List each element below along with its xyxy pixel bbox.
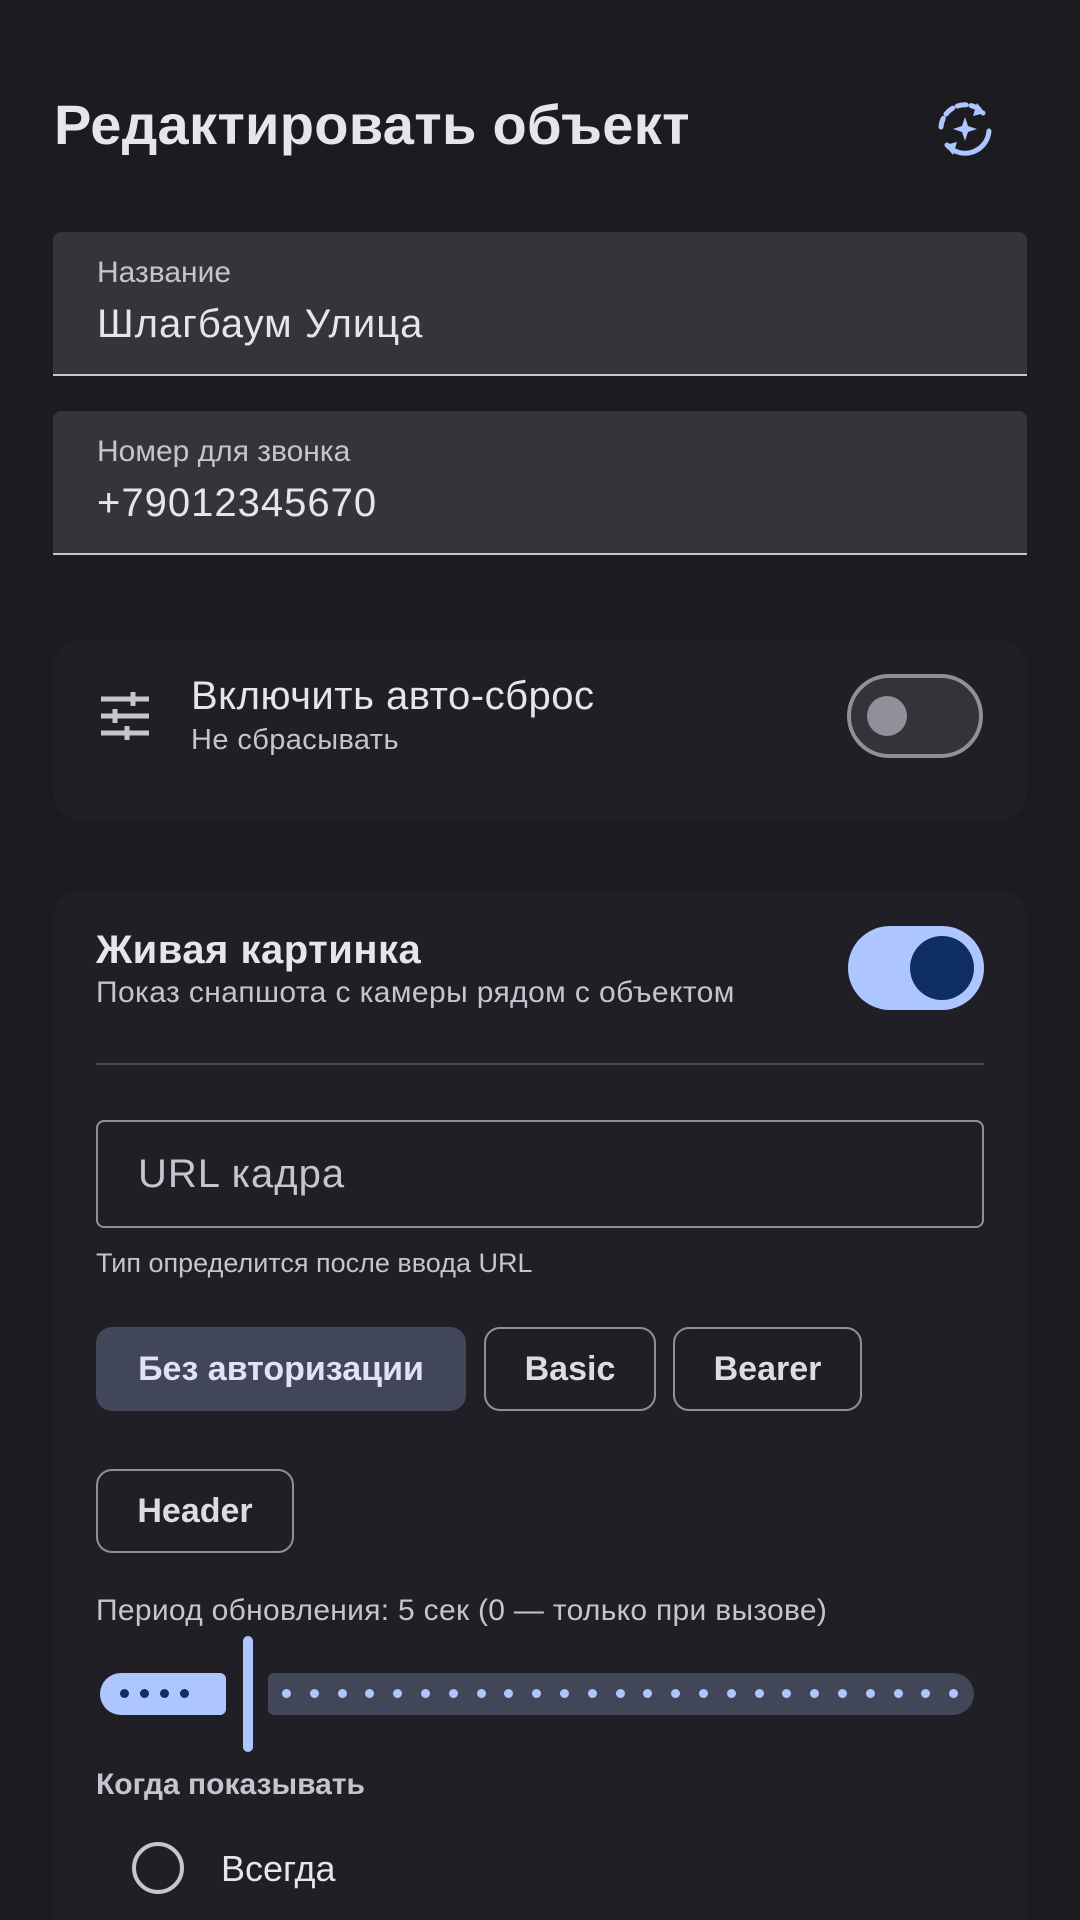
slider-tick [160, 1689, 169, 1698]
slider-tick [893, 1689, 903, 1698]
phone-field-label: Номер для звонка [97, 435, 351, 468]
frame-url-field[interactable] [96, 1120, 984, 1228]
slider-handle[interactable] [243, 1636, 253, 1752]
auto-reset-card[interactable]: Включить авто-сброс Не сбрасывать [53, 640, 1027, 820]
page-title: Редактировать объект [54, 93, 690, 156]
switch-thumb [867, 696, 907, 736]
sync-sparkle-button[interactable] [930, 94, 1000, 164]
slider-tick [726, 1689, 736, 1698]
slider-tick [699, 1689, 708, 1698]
slider-tick [120, 1689, 129, 1698]
slider-tick [421, 1689, 430, 1698]
auto-reset-switch[interactable] [847, 674, 983, 758]
slider-tick [448, 1689, 458, 1698]
slider-tick [560, 1689, 569, 1698]
edit-object-screen: Редактировать объект Название Шлагбаум У… [0, 0, 1080, 1920]
slider-tick [838, 1689, 847, 1698]
slider-tick [337, 1689, 347, 1698]
name-field-value[interactable]: Шлагбаум Улица [97, 302, 423, 347]
radio-always-label: Всегда [221, 1848, 336, 1889]
sync-sparkle-icon [938, 102, 992, 156]
divider [96, 1063, 984, 1065]
refresh-period-label: Период обновления: 5 сек (0 — только при… [96, 1594, 828, 1627]
slider-tick [865, 1689, 875, 1698]
when-to-show-label: Когда показывать [96, 1768, 365, 1801]
refresh-period-slider[interactable] [96, 1636, 984, 1752]
slider-tick [180, 1689, 189, 1698]
tune-icon [101, 692, 149, 740]
live-picture-subtitle: Показ снапшота с камеры рядом с объектом [96, 976, 735, 1009]
slider-tick [754, 1689, 764, 1698]
phone-field-value[interactable]: +79012345670 [97, 481, 377, 526]
slider-tick [140, 1689, 149, 1698]
auto-reset-subtitle: Не сбрасывать [191, 724, 400, 756]
name-field-label: Название [97, 256, 232, 289]
name-field[interactable]: Название Шлагбаум Улица [53, 232, 1027, 376]
slider-tick [587, 1689, 597, 1698]
slider-tick [309, 1689, 319, 1698]
auth-chip-header[interactable]: Header [96, 1469, 294, 1553]
slider-tick [615, 1689, 625, 1698]
slider-tick [476, 1689, 486, 1698]
live-picture-title: Живая картинка [96, 928, 422, 972]
phone-field[interactable]: Номер для звонка +79012345670 [53, 411, 1027, 555]
live-picture-switch[interactable] [848, 926, 984, 1010]
frame-url-input[interactable] [98, 1122, 982, 1226]
auto-reset-title: Включить авто-сброс [191, 674, 595, 718]
switch-thumb [910, 936, 974, 1000]
slider-tick [282, 1689, 291, 1698]
url-helper-text: Тип определится после ввода URL [96, 1248, 533, 1278]
auth-chip-basic[interactable]: Basic [484, 1327, 656, 1411]
auth-chip-none[interactable]: Без авторизации [96, 1327, 466, 1411]
auth-chip-bearer[interactable]: Bearer [673, 1327, 862, 1411]
radio-always[interactable] [132, 1842, 184, 1894]
